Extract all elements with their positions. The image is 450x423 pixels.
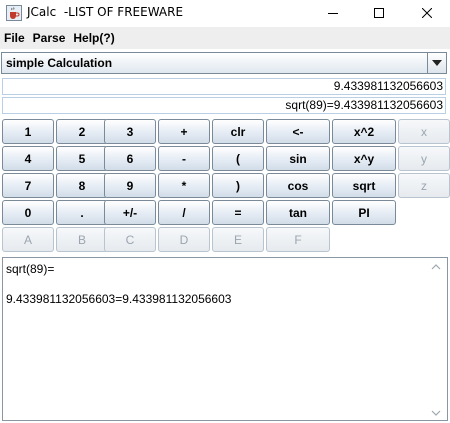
- key-negate[interactable]: +/-: [104, 200, 156, 225]
- key-5[interactable]: 5: [56, 146, 108, 171]
- mode-select[interactable]: simple Calculation: [1, 52, 447, 74]
- key-multiply[interactable]: *: [158, 173, 210, 198]
- history-textarea[interactable]: sqrt(89)= 9.433981132056603=9.4339811320…: [2, 257, 448, 421]
- menu-bar: File Parse Help(?): [0, 27, 450, 49]
- maximize-icon: [374, 8, 384, 18]
- chevron-down-icon: [432, 60, 442, 66]
- coffee-cup-icon: [6, 5, 22, 21]
- key-9[interactable]: 9: [104, 173, 156, 198]
- scroll-down-icon[interactable]: [431, 407, 441, 417]
- key-hex-c: C: [104, 227, 156, 252]
- key-power[interactable]: x^y: [332, 146, 396, 171]
- result-field[interactable]: 9.433981132056603: [2, 78, 446, 95]
- key-square[interactable]: x^2: [332, 119, 396, 144]
- key-hex-f: F: [266, 227, 330, 252]
- key-minus[interactable]: -: [158, 146, 210, 171]
- key-backspace[interactable]: <-: [266, 119, 330, 144]
- key-close-paren[interactable]: ): [212, 173, 264, 198]
- minimize-icon: [328, 13, 338, 14]
- key-tan[interactable]: tan: [266, 200, 330, 225]
- history-line: 9.433981132056603=9.433981132056603: [6, 292, 232, 306]
- scroll-up-icon[interactable]: [431, 261, 441, 271]
- history-line: sqrt(89)=: [6, 262, 55, 276]
- close-button[interactable]: [404, 0, 450, 26]
- key-var-y: y: [398, 146, 450, 171]
- window-title: JCalc -LIST OF FREEWARE: [27, 5, 184, 19]
- key-7[interactable]: 7: [2, 173, 54, 198]
- mode-select-value: simple Calculation: [6, 56, 113, 70]
- key-cos[interactable]: cos: [266, 173, 330, 198]
- minimize-button[interactable]: [310, 0, 356, 26]
- maximize-button[interactable]: [356, 0, 402, 26]
- key-var-z: z: [398, 173, 450, 198]
- key-0[interactable]: 0: [2, 200, 54, 225]
- key-hex-a: A: [2, 227, 54, 252]
- close-icon: [422, 8, 432, 18]
- key-8[interactable]: 8: [56, 173, 108, 198]
- key-var-x: x: [398, 119, 450, 144]
- expression-field[interactable]: sqrt(89)=9.433981132056603: [2, 97, 446, 114]
- key-hex-d: D: [158, 227, 210, 252]
- key-1[interactable]: 1: [2, 119, 54, 144]
- key-sqrt[interactable]: sqrt: [332, 173, 396, 198]
- key-4[interactable]: 4: [2, 146, 54, 171]
- key-divide[interactable]: /: [158, 200, 210, 225]
- key-3[interactable]: 3: [104, 119, 156, 144]
- menu-parse[interactable]: Parse: [33, 31, 66, 45]
- key-hex-b: B: [56, 227, 108, 252]
- title-bar: JCalc -LIST OF FREEWARE: [0, 0, 450, 26]
- key-6[interactable]: 6: [104, 146, 156, 171]
- key-clear[interactable]: clr: [212, 119, 264, 144]
- key-hex-e: E: [212, 227, 264, 252]
- key-pi[interactable]: PI: [332, 200, 396, 225]
- key-open-paren[interactable]: (: [212, 146, 264, 171]
- menu-file[interactable]: File: [4, 31, 25, 45]
- key-2[interactable]: 2: [56, 119, 108, 144]
- key-decimal[interactable]: .: [56, 200, 108, 225]
- key-equals[interactable]: =: [212, 200, 264, 225]
- key-sin[interactable]: sin: [266, 146, 330, 171]
- key-plus[interactable]: +: [158, 119, 210, 144]
- menu-help[interactable]: Help(?): [73, 31, 114, 45]
- mode-select-dropdown-button[interactable]: [427, 53, 446, 73]
